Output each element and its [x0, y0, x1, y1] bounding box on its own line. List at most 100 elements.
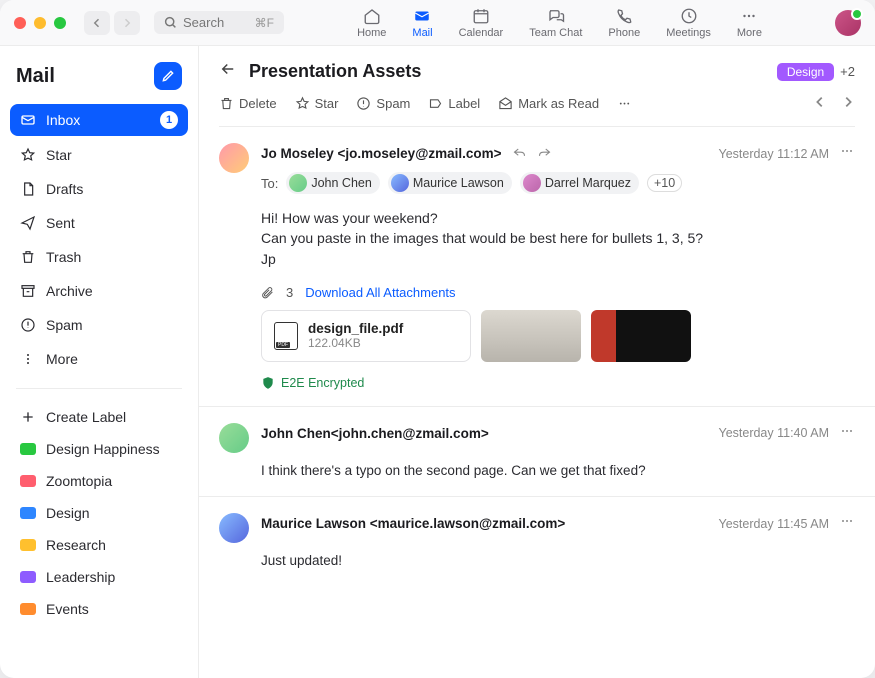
thread-toolbar: Delete Star Spam Label Mark as Read [219, 83, 855, 127]
app-body: Mail Inbox 1 Star Drafts Sent Trash Arch… [0, 46, 875, 678]
delete-button[interactable]: Delete [219, 96, 277, 111]
label-research[interactable]: Research [10, 531, 188, 559]
spam-icon [356, 96, 371, 111]
thread-tag[interactable]: Design [777, 63, 834, 81]
nav-forward[interactable] [114, 11, 140, 35]
star-icon [295, 96, 310, 111]
label-design-happiness[interactable]: Design Happiness [10, 435, 188, 463]
message-more[interactable] [839, 423, 855, 444]
label-button[interactable]: Label [428, 96, 480, 111]
spam-icon [20, 317, 36, 333]
sidebar-item-inbox[interactable]: Inbox 1 [10, 104, 188, 136]
forward-button[interactable] [537, 144, 552, 164]
compose-button[interactable] [154, 62, 182, 90]
recipients-more[interactable]: +10 [647, 174, 682, 192]
back-button[interactable] [219, 60, 237, 83]
attachment-image-1[interactable] [481, 310, 581, 362]
download-all-link[interactable]: Download All Attachments [305, 285, 455, 300]
file-size: 122.04KB [308, 336, 403, 350]
reply-button[interactable] [512, 144, 527, 164]
thread-subject: Presentation Assets [249, 61, 765, 82]
recipients-row: To: John Chen Maurice Lawson Darrel Marq… [261, 172, 855, 194]
thread-pane: Presentation Assets Design +2 Delete Sta… [199, 46, 875, 678]
sidebar-item-drafts[interactable]: Drafts [10, 174, 188, 204]
message-body: I think there's a typo on the second pag… [261, 461, 855, 481]
message-3: Maurice Lawson <maurice.lawson@zmail.com… [199, 497, 875, 587]
recipient-pill[interactable]: Darrel Marquez [520, 172, 639, 194]
label-icon [428, 96, 443, 111]
thread-tag-more[interactable]: +2 [840, 64, 855, 79]
more-icon [617, 96, 632, 111]
label-design[interactable]: Design [10, 499, 188, 527]
shield-icon [261, 376, 275, 390]
nav-back[interactable] [84, 11, 110, 35]
message-time: Yesterday 11:12 AM [719, 147, 830, 161]
star-button[interactable]: Star [295, 96, 339, 111]
label-swatch [20, 539, 36, 551]
prev-thread[interactable] [813, 95, 827, 112]
attachments-header: 3 Download All Attachments [261, 285, 855, 300]
sender-avatar [219, 143, 249, 173]
encryption-badge: E2E Encrypted [261, 376, 855, 390]
pdf-icon [274, 322, 298, 350]
spam-button[interactable]: Spam [356, 96, 410, 111]
tab-mail[interactable]: Mail [412, 7, 432, 39]
label-swatch [20, 443, 36, 455]
message-body: Hi! How was your weekend? Can you paste … [261, 208, 855, 269]
attachment-image-2[interactable] [591, 310, 691, 362]
label-swatch [20, 507, 36, 519]
tab-more[interactable]: More [737, 7, 762, 39]
search-shortcut: ⌘F [255, 16, 274, 30]
next-thread[interactable] [841, 95, 855, 112]
plus-icon [20, 409, 36, 425]
more-icon [739, 7, 759, 25]
archive-icon [20, 283, 36, 299]
tab-phone[interactable]: Phone [608, 7, 640, 39]
sidebar-item-spam[interactable]: Spam [10, 310, 188, 340]
sidebar-item-archive[interactable]: Archive [10, 276, 188, 306]
sender-name: Jo Moseley <jo.moseley@zmail.com> [261, 146, 502, 161]
fullscreen-window[interactable] [54, 17, 66, 29]
close-window[interactable] [14, 17, 26, 29]
search-icon [164, 16, 177, 29]
sidebar-item-sent[interactable]: Sent [10, 208, 188, 238]
inbox-icon [20, 112, 36, 128]
minimize-window[interactable] [34, 17, 46, 29]
profile-avatar[interactable] [835, 10, 861, 36]
chat-icon [546, 7, 566, 25]
label-events[interactable]: Events [10, 595, 188, 623]
titlebar: Search ⌘F Home Mail Calendar Team Chat P… [0, 0, 875, 46]
phone-icon [614, 7, 634, 25]
sidebar-item-trash[interactable]: Trash [10, 242, 188, 272]
sender-name: Maurice Lawson <maurice.lawson@zmail.com… [261, 516, 565, 531]
message-more[interactable] [839, 513, 855, 534]
create-label-button[interactable]: Create Label [10, 403, 188, 431]
nav-buttons [84, 11, 140, 35]
app-window: Search ⌘F Home Mail Calendar Team Chat P… [0, 0, 875, 678]
tab-team-chat[interactable]: Team Chat [529, 7, 582, 39]
tab-home[interactable]: Home [357, 7, 386, 39]
message-more[interactable] [839, 143, 855, 164]
message-1: Jo Moseley <jo.moseley@zmail.com> Yester… [199, 127, 875, 407]
mark-read-button[interactable]: Mark as Read [498, 96, 599, 111]
attachment-file[interactable]: design_file.pdf 122.04KB [261, 310, 471, 362]
file-name: design_file.pdf [308, 321, 403, 336]
trash-icon [219, 96, 234, 111]
tab-meetings[interactable]: Meetings [666, 7, 711, 39]
attachments: design_file.pdf 122.04KB [261, 310, 855, 362]
sidebar-separator [16, 388, 182, 389]
thread-header: Presentation Assets Design +2 Delete Sta… [199, 46, 875, 127]
sidebar-title: Mail [16, 65, 55, 88]
message-time: Yesterday 11:40 AM [719, 426, 830, 440]
label-leadership[interactable]: Leadership [10, 563, 188, 591]
tab-calendar[interactable]: Calendar [459, 7, 504, 39]
recipient-pill[interactable]: John Chen [286, 172, 379, 194]
search-placeholder: Search [183, 15, 224, 30]
recipient-pill[interactable]: Maurice Lawson [388, 172, 512, 194]
toolbar-more[interactable] [617, 96, 632, 111]
sidebar-item-more[interactable]: More [10, 344, 188, 374]
mail-icon [412, 7, 432, 25]
search-input[interactable]: Search ⌘F [154, 11, 284, 34]
label-zoomtopia[interactable]: Zoomtopia [10, 467, 188, 495]
sidebar-item-star[interactable]: Star [10, 140, 188, 170]
